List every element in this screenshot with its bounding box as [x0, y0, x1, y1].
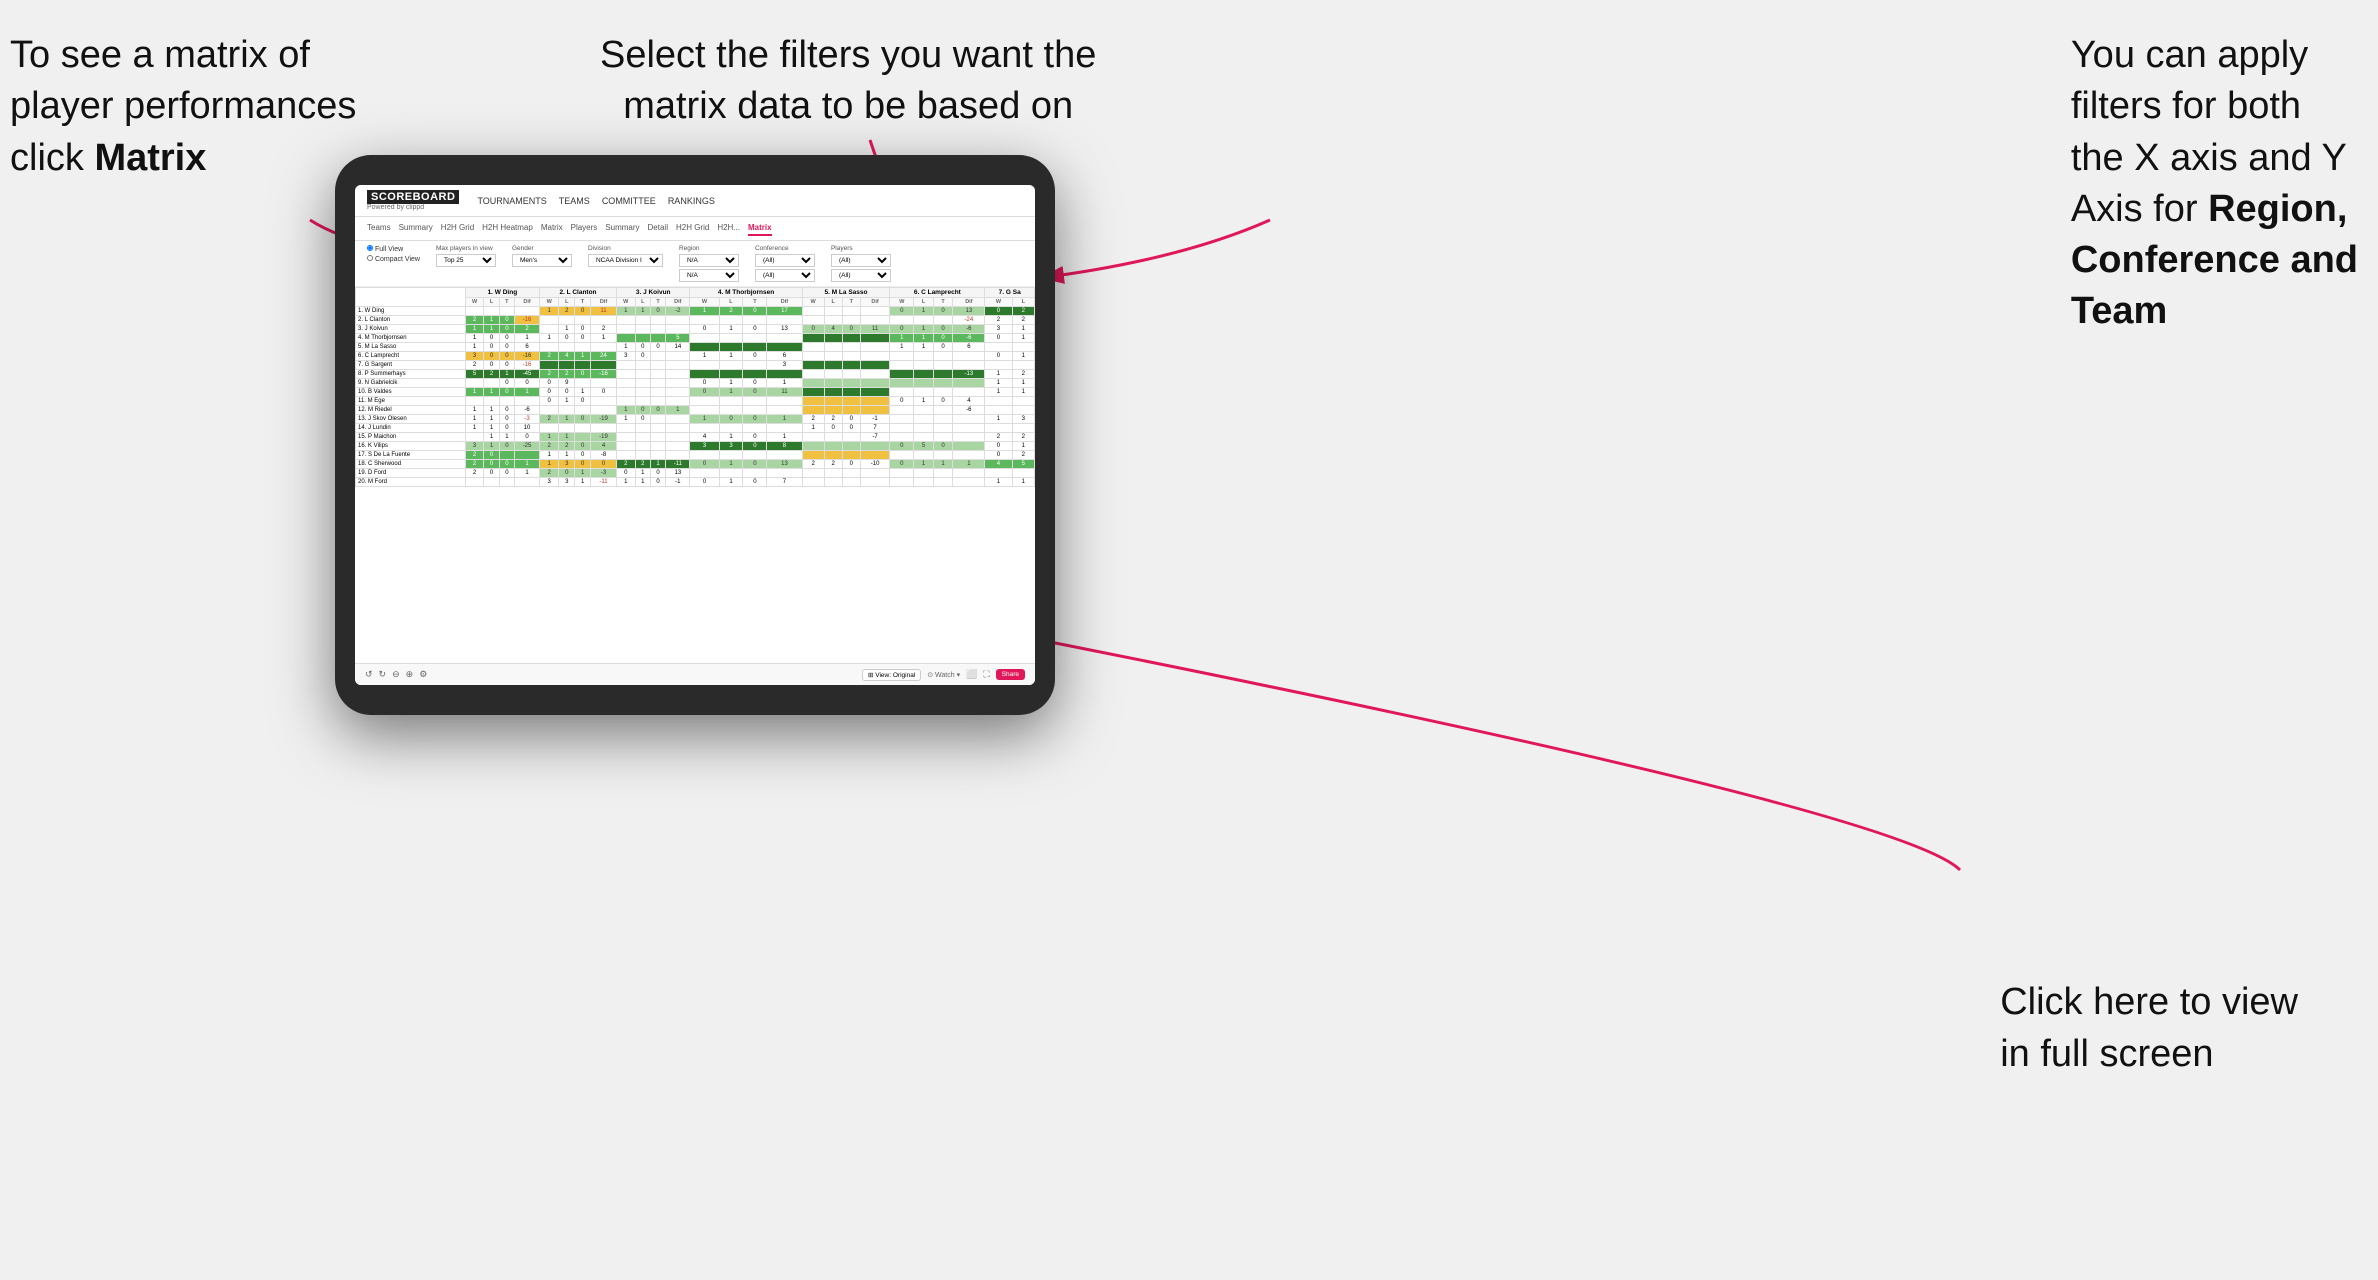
app-header: SCOREBOARD Powered by clippd TOURNAMENTS…: [355, 185, 1035, 217]
filter-division: Division NCAA Division I: [588, 245, 663, 267]
gender-select[interactable]: Men's: [512, 254, 572, 267]
annotation-bottom-right: Click here to view in full screen: [2000, 977, 2298, 1080]
tablet-device: SCOREBOARD Powered by clippd TOURNAMENTS…: [335, 155, 1055, 715]
tab-summary[interactable]: Summary: [399, 221, 433, 236]
watch-button[interactable]: ⊙ Watch ▾: [927, 671, 960, 679]
tab-summary2[interactable]: Summary: [605, 221, 639, 236]
col-header-1: 1. W Ding: [465, 288, 539, 298]
share-button[interactable]: Share: [996, 669, 1025, 680]
col-header-7: 7. G Sa: [985, 288, 1035, 298]
tab-matrix-left[interactable]: Matrix: [541, 221, 563, 236]
table-row: 9. N Gabrielcik 00 09 0101 11: [356, 379, 1035, 388]
table-row: 5. M La Sasso 1006 10014 1106: [356, 343, 1035, 352]
bottom-toolbar: ↺ ↻ ⊖ ⊕ ⚙ ⊞ View: Original ⊙ Watch ▾ ⬜ ⛶…: [355, 663, 1035, 685]
annotation-top-right: You can apply filters for both the X axi…: [2071, 30, 2358, 338]
nav-tournaments[interactable]: TOURNAMENTS: [477, 196, 546, 206]
tab-matrix-active[interactable]: Matrix: [748, 221, 772, 236]
matrix-table: 1. W Ding 2. L Clanton 3. J Koivun 4. M …: [355, 287, 1035, 487]
filter-gender: Gender Men's: [512, 245, 572, 267]
col-header-6: 6. C Lamprecht: [890, 288, 985, 298]
tab-h2h-dots[interactable]: H2H...: [717, 221, 740, 236]
table-row: 18. C Sherwood 2001 1300 221-11 01013 22…: [356, 460, 1035, 469]
col-header-5: 5. M La Sasso: [802, 288, 890, 298]
tab-detail[interactable]: Detail: [648, 221, 668, 236]
tablet-screen: SCOREBOARD Powered by clippd TOURNAMENTS…: [355, 185, 1035, 685]
region-select-y[interactable]: N/A: [679, 269, 739, 282]
filter-players: Players (All) (All): [831, 245, 891, 282]
redo-icon[interactable]: ↻: [379, 669, 387, 680]
tab-h2h-grid[interactable]: H2H Grid: [441, 221, 474, 236]
table-row: 19. D Ford 2001 201-3 01013: [356, 469, 1035, 478]
toolbar-right: ⊞ View: Original ⊙ Watch ▾ ⬜ ⛶ Share: [862, 669, 1025, 681]
players-select-x[interactable]: (All): [831, 254, 891, 267]
division-select[interactable]: NCAA Division I: [588, 254, 663, 267]
table-row: 13. J Skov Olesen 110-3 210-19 10 1001 2…: [356, 415, 1035, 424]
zoom-in-icon[interactable]: ⊕: [406, 669, 414, 680]
max-players-select[interactable]: Top 25: [436, 254, 496, 267]
table-row: 15. P Maichon 110 11-19 4101 -7 22: [356, 433, 1035, 442]
table-row: 12. M Riedel 110-6 1001 -6: [356, 406, 1035, 415]
col-header-2: 2. L Clanton: [540, 288, 617, 298]
undo-icon[interactable]: ↺: [365, 669, 373, 680]
sub-nav: Teams Summary H2H Grid H2H Heatmap Matri…: [355, 217, 1035, 241]
view-original-button[interactable]: ⊞ View: Original: [862, 669, 921, 681]
nav-rankings[interactable]: RANKINGS: [668, 196, 715, 206]
table-row: 3. J Koivun 1102 102 01013 04011 010-6 3…: [356, 325, 1035, 334]
annotation-top-center: Select the filters you want the matrix d…: [600, 30, 1096, 133]
logo-title: SCOREBOARD: [367, 190, 459, 204]
monitor-icon[interactable]: ⬜: [966, 669, 977, 680]
full-view-radio[interactable]: Full View: [367, 245, 420, 253]
annotation-top-left: To see a matrix of player performances c…: [10, 30, 356, 184]
nav-teams[interactable]: TEAMS: [559, 196, 590, 206]
logo-area: SCOREBOARD Powered by clippd: [367, 190, 459, 211]
region-select-x[interactable]: N/A: [679, 254, 739, 267]
table-row: 11. M Ege 010 0104: [356, 397, 1035, 406]
fullscreen-icon[interactable]: ⛶: [983, 669, 989, 680]
table-row: 2. L Clanton 210-16 -24 22: [356, 316, 1035, 325]
table-row: 7. G Sargent 200-16 3: [356, 361, 1035, 370]
nav-committee[interactable]: COMMITTEE: [602, 196, 656, 206]
tab-teams[interactable]: Teams: [367, 221, 391, 236]
table-row: 8. P Summerhays 521-45 220-16 -13 12: [356, 370, 1035, 379]
compact-view-radio[interactable]: Compact View: [367, 255, 420, 263]
zoom-out-icon[interactable]: ⊖: [392, 669, 400, 680]
toolbar-left: ↺ ↻ ⊖ ⊕ ⚙: [365, 669, 427, 680]
filters-row: Full View Compact View Max players in vi…: [355, 241, 1035, 287]
conference-select-y[interactable]: (All): [755, 269, 815, 282]
filter-max-players: Max players in view Top 25: [436, 245, 496, 267]
matrix-container: 1. W Ding 2. L Clanton 3. J Koivun 4. M …: [355, 287, 1035, 663]
table-row: 1. W Ding 12011 110-2 12017 01013 02: [356, 307, 1035, 316]
table-row: 4. M Thorbjornsen 1001 1001 5 110-6 01: [356, 334, 1035, 343]
filter-conference: Conference (All) (All): [755, 245, 815, 282]
tab-players[interactable]: Players: [571, 221, 598, 236]
settings-icon[interactable]: ⚙: [419, 669, 427, 680]
filter-region: Region N/A N/A: [679, 245, 739, 282]
table-row: 14. J Lundin 11010 1007: [356, 424, 1035, 433]
empty-header: [356, 288, 466, 307]
table-row: 20. M Ford 331-11 110-1 0107 11: [356, 478, 1035, 487]
view-options: Full View Compact View: [367, 245, 420, 263]
main-nav: TOURNAMENTS TEAMS COMMITTEE RANKINGS: [477, 196, 714, 206]
table-row: 6. C Lamprecht 300-16 24124 30 1106 01: [356, 352, 1035, 361]
tab-h2h-heatmap[interactable]: H2H Heatmap: [482, 221, 533, 236]
players-select-y[interactable]: (All): [831, 269, 891, 282]
table-row: 10. B Valdes 1101 0010 01011 11: [356, 388, 1035, 397]
tab-h2h-grid2[interactable]: H2H Grid: [676, 221, 709, 236]
logo-subtitle: Powered by clippd: [367, 204, 459, 211]
col-header-3: 3. J Koivun: [616, 288, 689, 298]
table-row: 17. S De La Fuente 20 110-8 02: [356, 451, 1035, 460]
col-header-4: 4. M Thorbjornsen: [690, 288, 802, 298]
conference-select-x[interactable]: (All): [755, 254, 815, 267]
table-row: 16. K Vilips 310-25 2204 3308 050 01: [356, 442, 1035, 451]
